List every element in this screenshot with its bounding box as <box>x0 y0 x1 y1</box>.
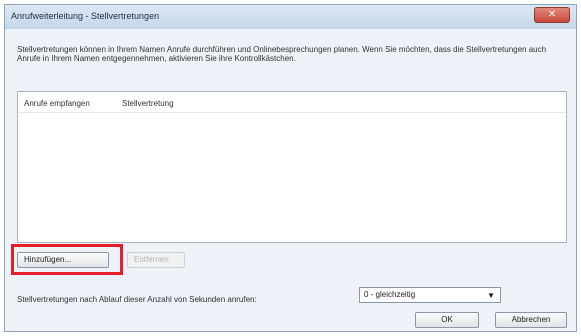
column-header-receive-calls[interactable]: Anrufe empfangen <box>24 99 90 108</box>
highlight-box <box>11 244 123 275</box>
delay-select[interactable]: 0 - gleichzeitig ▼ <box>359 287 501 303</box>
title-bar[interactable]: Anrufweiterleitung - Stellvertretungen ✕ <box>5 5 576 29</box>
delay-label: Stellvertretungen nach Ablauf dieser Anz… <box>17 295 257 304</box>
list-header: Anrufe empfangen Stellvertretung <box>18 92 566 113</box>
column-header-delegate[interactable]: Stellvertretung <box>122 99 174 108</box>
chevron-down-icon[interactable]: ▼ <box>487 289 495 303</box>
close-button[interactable]: ✕ <box>534 7 570 23</box>
cancel-button[interactable]: Abbrechen <box>495 312 567 328</box>
remove-button: Entfernen <box>127 252 185 268</box>
close-icon: ✕ <box>547 9 557 20</box>
delegates-list[interactable]: Anrufe empfangen Stellvertretung <box>17 91 567 243</box>
dialog-title: Anrufweiterleitung - Stellvertretungen <box>11 11 160 21</box>
description-text: Stellvertretungen können in Ihrem Namen … <box>17 45 547 63</box>
delay-select-value: 0 - gleichzeitig <box>364 290 416 299</box>
dialog-window: Anrufweiterleitung - Stellvertretungen ✕… <box>4 4 577 332</box>
ok-button[interactable]: OK <box>415 312 479 328</box>
